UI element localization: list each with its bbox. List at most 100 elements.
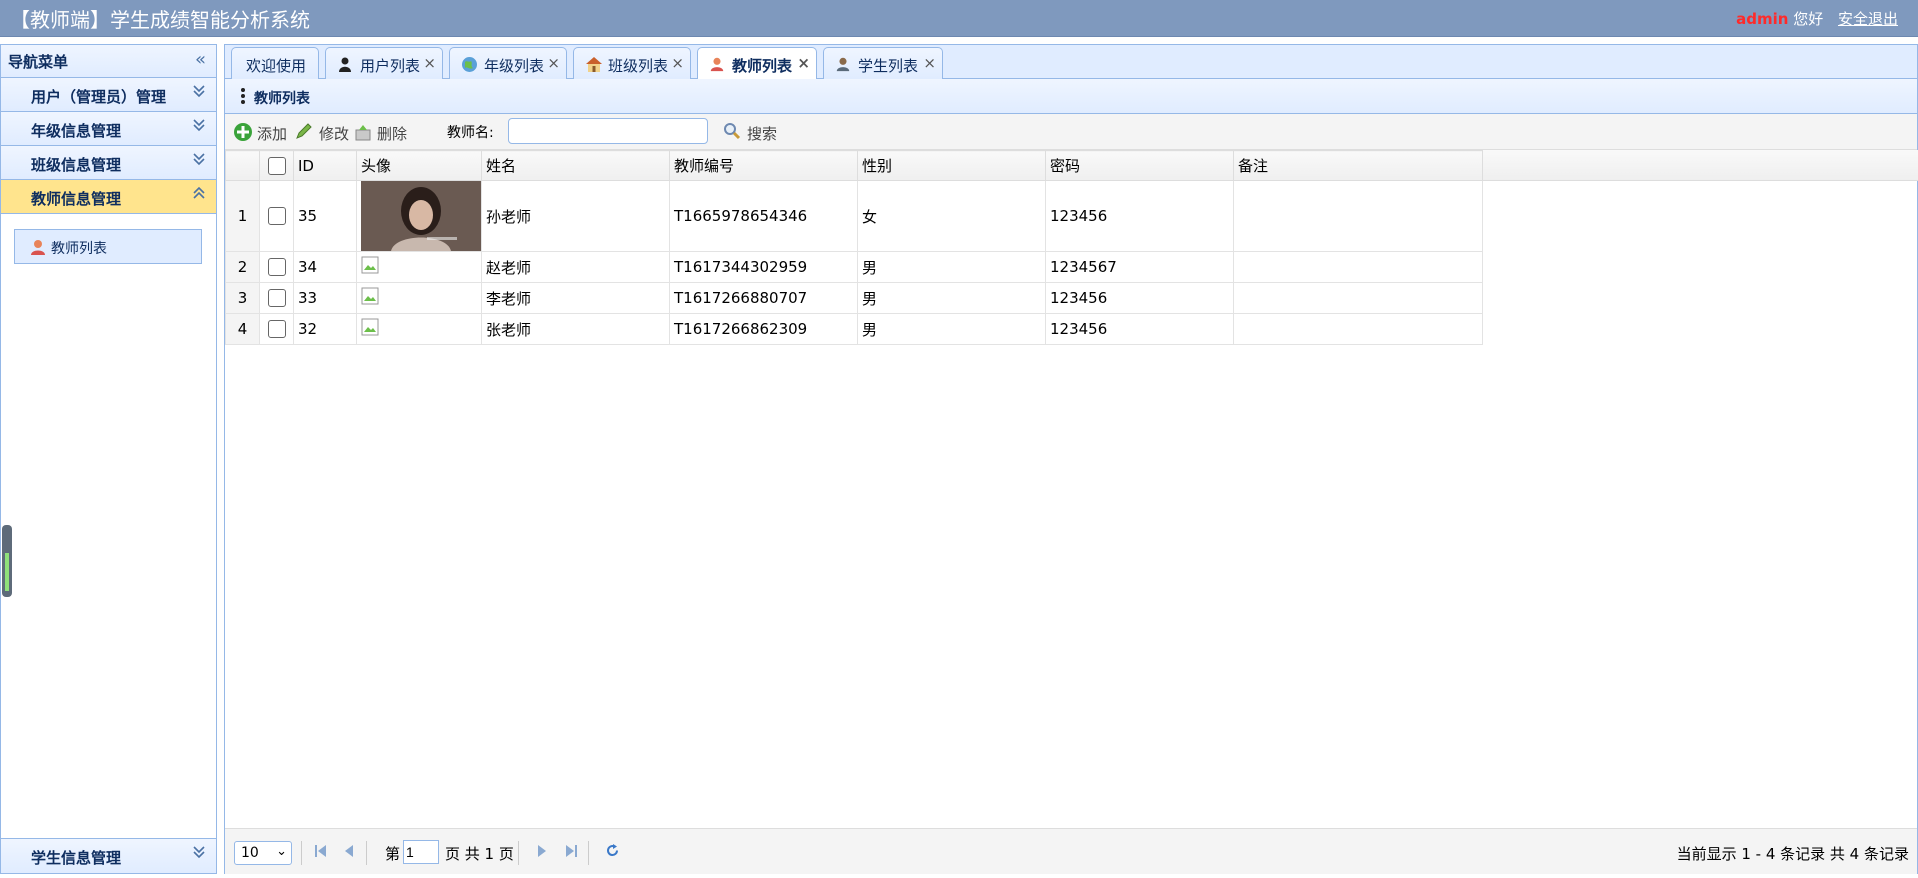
column-header-note[interactable]: 备注 <box>1233 150 1483 181</box>
cell-code: T1665978654346 <box>669 180 858 252</box>
top-bar: 【教师端】学生成绩智能分析系统 admin 您好 安全退出 <box>0 0 1918 37</box>
content-panel: 教师列表 添加 修改 删除 教师名: 搜索 ID 头像 姓名 教师编号 性别 密… <box>224 79 1918 874</box>
sidebar-group-label: 学生信息管理 <box>31 849 122 867</box>
logout-link[interactable]: 安全退出 <box>1838 10 1898 28</box>
sidebar-item-teacher-list[interactable]: 教师列表 <box>14 229 202 264</box>
tab-class-list[interactable]: 班级列表 × <box>573 47 691 79</box>
cell-id: 34 <box>293 251 357 283</box>
sidebar-item-label: 教师列表 <box>51 241 107 257</box>
search-input[interactable] <box>508 118 708 144</box>
chevron-double-down-icon[interactable] <box>192 83 206 103</box>
cell-avatar <box>356 282 482 314</box>
add-icon <box>234 123 252 141</box>
cell-password: 1234567 <box>1045 251 1234 283</box>
grid-header-filler <box>1482 150 1918 181</box>
tab-welcome[interactable]: 欢迎使用 <box>231 47 319 79</box>
cell-id: 35 <box>293 180 357 252</box>
table-row[interactable]: 1 35 孙老师 T1665978654346 女 123456 <box>225 180 1483 252</box>
page-size-value: 10 <box>241 845 259 861</box>
refresh-icon[interactable] <box>605 843 620 862</box>
chevron-double-down-icon[interactable] <box>192 117 206 137</box>
tab-student-list[interactable]: 学生列表 × <box>823 47 943 79</box>
row-checkbox[interactable] <box>259 282 294 314</box>
tab-label: 班级列表 <box>608 57 669 75</box>
table-row[interactable]: 4 32 张老师 T1617266862309 男 123456 <box>225 313 1483 345</box>
close-icon[interactable]: × <box>671 54 684 72</box>
column-header-gender[interactable]: 性别 <box>857 150 1046 181</box>
collapse-left-icon[interactable]: « <box>195 49 206 70</box>
cell-avatar <box>356 251 482 283</box>
cell-name: 李老师 <box>481 282 670 314</box>
panel-header: 教师列表 <box>225 79 1917 114</box>
sidebar-header: 导航菜单 « <box>1 45 216 78</box>
close-icon[interactable]: × <box>423 54 436 72</box>
next-page-icon[interactable] <box>535 843 549 862</box>
cell-code: T1617344302959 <box>669 251 858 283</box>
page-prefix: 第 <box>385 845 401 863</box>
cell-avatar <box>356 180 482 252</box>
table-row[interactable]: 2 34 赵老师 T1617344302959 男 1234567 <box>225 251 1483 283</box>
page-size-select[interactable]: 10 ⌄ <box>234 841 292 865</box>
close-icon[interactable]: × <box>923 54 936 72</box>
column-header-avatar[interactable]: 头像 <box>356 150 482 181</box>
row-checkbox[interactable] <box>259 251 294 283</box>
column-header-password[interactable]: 密码 <box>1045 150 1234 181</box>
page-number-input[interactable] <box>403 840 439 864</box>
vertical-dots-icon <box>240 87 246 109</box>
greeting: 您好 <box>1793 10 1824 28</box>
table-row[interactable]: 3 33 李老师 T1617266880707 男 123456 <box>225 282 1483 314</box>
user-area: admin 您好 安全退出 <box>1736 8 1898 29</box>
sidebar-group-classes[interactable]: 班级信息管理 <box>1 146 216 180</box>
panel-title: 教师列表 <box>254 91 310 107</box>
record-info: 当前显示 1 - 4 条记录 共 4 条记录 <box>1676 845 1909 863</box>
row-number: 3 <box>225 282 260 314</box>
chevron-double-up-icon[interactable] <box>192 185 206 205</box>
previous-page-icon[interactable] <box>342 843 356 862</box>
sidebar-group-grades[interactable]: 年级信息管理 <box>1 112 216 146</box>
cell-note <box>1233 180 1483 252</box>
broken-image-icon <box>361 256 379 274</box>
column-header-code[interactable]: 教师编号 <box>669 150 858 181</box>
last-page-icon[interactable] <box>564 843 578 862</box>
first-page-icon[interactable] <box>314 843 328 862</box>
select-all-checkbox[interactable] <box>259 150 294 181</box>
close-icon[interactable]: × <box>797 54 810 72</box>
tab-teacher-list[interactable]: 教师列表 × <box>697 47 817 80</box>
add-label: 添加 <box>257 125 288 143</box>
column-header-name[interactable]: 姓名 <box>481 150 670 181</box>
student-icon <box>835 56 851 76</box>
tab-user-list[interactable]: 用户列表 × <box>325 47 443 79</box>
cell-code: T1617266880707 <box>669 282 858 314</box>
app-title: 【教师端】学生成绩智能分析系统 <box>10 8 310 32</box>
sidebar-group-label: 年级信息管理 <box>31 122 122 140</box>
globe-icon <box>461 56 478 77</box>
sidebar-group-body: 教师列表 <box>1 214 216 266</box>
cell-code: T1617266862309 <box>669 313 858 345</box>
cell-id: 33 <box>293 282 357 314</box>
cell-gender: 男 <box>857 251 1046 283</box>
sidebar-group-students[interactable]: 学生信息管理 <box>1 838 216 873</box>
cell-gender: 男 <box>857 313 1046 345</box>
column-header-id[interactable]: ID <box>293 150 357 181</box>
row-number-header <box>225 150 260 181</box>
chevron-double-down-icon[interactable] <box>192 151 206 171</box>
resize-handle[interactable] <box>2 525 12 597</box>
row-checkbox[interactable] <box>259 180 294 252</box>
broken-image-icon <box>361 287 379 305</box>
cell-name: 赵老师 <box>481 251 670 283</box>
cell-gender: 男 <box>857 282 1046 314</box>
sidebar-group-users[interactable]: 用户（管理员）管理 <box>1 78 216 112</box>
avatar-photo <box>361 181 481 251</box>
tab-bar: 欢迎使用 用户列表 × 年级列表 × 班级列表 × 教师列表 × 学生列表 × <box>224 44 1918 80</box>
row-checkbox[interactable] <box>259 313 294 345</box>
tab-grade-list[interactable]: 年级列表 × <box>449 47 567 79</box>
sidebar-group-teachers[interactable]: 教师信息管理 <box>1 180 216 214</box>
table-header-row: ID 头像 姓名 教师编号 性别 密码 备注 <box>225 150 1483 181</box>
tab-label: 教师列表 <box>732 57 793 75</box>
chevron-double-down-icon[interactable] <box>192 844 206 864</box>
tab-label: 年级列表 <box>484 57 545 75</box>
close-icon[interactable]: × <box>547 54 560 72</box>
tab-label: 学生列表 <box>858 57 919 75</box>
sidebar-title: 导航菜单 <box>8 53 69 71</box>
cell-avatar <box>356 313 482 345</box>
